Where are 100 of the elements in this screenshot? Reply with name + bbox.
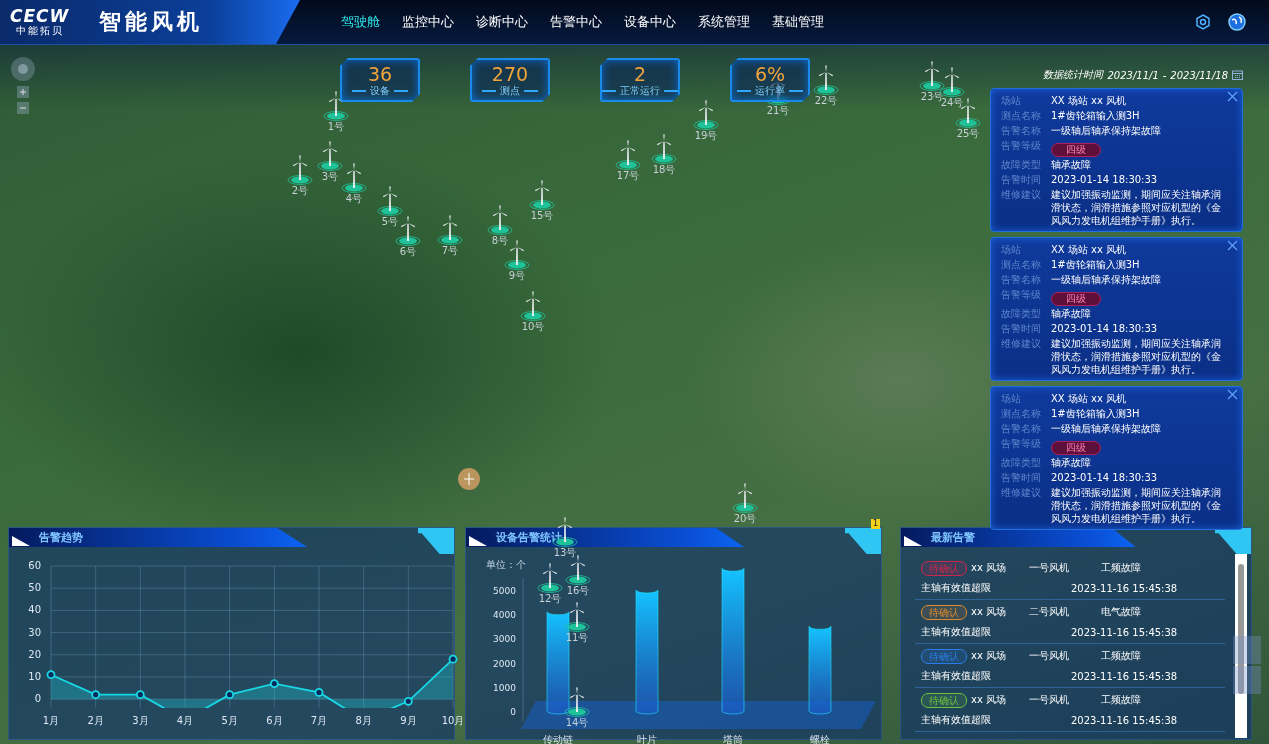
field-value: 一级轴后轴承保持架故障 xyxy=(1051,273,1162,286)
panel-title: 最新告警 xyxy=(931,530,975,545)
site-name: xx 风场 xyxy=(971,605,1007,619)
fault-type: 工频故障 xyxy=(1101,693,1142,707)
field-value: 建议加强振动监测，期间应关注轴承润滑状态，润滑措施参照对应机型的《金风风力发电机组维护手册》执行。 xyxy=(1051,188,1222,227)
y-axis-label: 1000 xyxy=(493,682,516,693)
stat-value: 6% xyxy=(754,63,786,85)
turbine-label: 2号 xyxy=(291,185,309,196)
y-axis-label: 0 xyxy=(34,693,41,705)
turbine-label: 5号 xyxy=(381,216,399,227)
nav-tab[interactable]: 基础管理 xyxy=(761,13,835,31)
turbine-label: 12号 xyxy=(538,593,562,604)
field-value: 1#齿轮箱输入测3H xyxy=(1051,109,1141,122)
turbine-name: 一号风机 xyxy=(1029,649,1070,663)
turbine-label: 8号 xyxy=(491,235,509,246)
x-axis-label: 6月 xyxy=(266,715,283,726)
company-logo: CECW xyxy=(10,8,70,25)
field-value: 一级轴后轴承保持架故障 xyxy=(1051,124,1162,137)
turbine-name: 一号风机 xyxy=(1029,561,1070,575)
alarm-time: 2023-11-16 15:45:38 xyxy=(1071,714,1179,726)
field-label: 场站 xyxy=(1001,392,1022,406)
nav-tab[interactable]: 驾驶舱 xyxy=(330,13,391,31)
field-value: 建议加强振动监测，期间应关注轴承润滑状态，润滑措施参照对应机型的《金风风力发电机组维护手册》执行。 xyxy=(1051,337,1222,376)
x-axis-label: 传动链 xyxy=(543,734,573,744)
alert-level-tag: 四级 xyxy=(1051,292,1101,306)
period-separator: - xyxy=(1162,69,1167,81)
x-axis-label: 叶片 xyxy=(637,734,657,744)
turbine-label: 21号 xyxy=(766,105,790,116)
nav-tab[interactable]: 诊断中心 xyxy=(465,13,539,31)
company-logo-subtitle: 中能拓贝 xyxy=(15,25,64,36)
field-value: 2023-01-14 18:30:33 xyxy=(1051,471,1159,484)
x-axis-label: 塔筒 xyxy=(723,734,743,744)
fault-type: 工频故障 xyxy=(1101,561,1142,575)
turbine-label: 25号 xyxy=(956,128,980,139)
notification-count: 1 xyxy=(871,519,880,529)
turbine-label: 22号 xyxy=(814,95,838,106)
stat-label: 运行率 xyxy=(755,85,785,97)
field-label: 故障类型 xyxy=(1001,307,1041,321)
turbine-label: 3号 xyxy=(321,171,339,182)
status-tag: 待确认 xyxy=(921,692,967,708)
field-value: 轴承故障 xyxy=(1051,158,1092,171)
y-axis-label: 20 xyxy=(28,648,41,660)
turbine-label: 13号 xyxy=(553,547,577,558)
field-value: 轴承故障 xyxy=(1051,456,1092,469)
alarm-list-item[interactable]: 待确认 xx 风场 一号风机 工频故障 主轴有效值超限 2023-11-16 15:45:38 xyxy=(915,688,1225,732)
stat-label: 测点 xyxy=(500,85,520,97)
turbine-label: 7号 xyxy=(441,245,459,256)
y-axis-label: 50 xyxy=(28,582,41,594)
field-label: 告警名称 xyxy=(1001,273,1041,287)
y-axis-label: 3000 xyxy=(493,634,516,645)
x-axis-label: 7月 xyxy=(310,715,328,726)
field-value: XX 场站 xx 风机 xyxy=(1051,94,1128,107)
unit-label: 单位：个 xyxy=(486,558,526,572)
stat-value: 2 xyxy=(633,63,647,85)
site-name: xx 风场 xyxy=(971,693,1007,707)
stat-label: 设备 xyxy=(370,85,390,97)
turbine-label: 15号 xyxy=(530,210,554,221)
x-axis-label: 10月 xyxy=(441,715,465,726)
field-value: 1#齿轮箱输入测3H xyxy=(1051,258,1141,271)
field-value: XX 场站 xx 风机 xyxy=(1051,243,1128,256)
fault-type: 工频故障 xyxy=(1101,649,1142,663)
stat-value: 36 xyxy=(367,63,393,85)
field-value: XX 场站 xx 风机 xyxy=(1051,392,1128,405)
app-title: 智能风机 xyxy=(99,8,204,36)
x-axis-label: 4月 xyxy=(176,715,194,726)
turbine-label: 9号 xyxy=(508,270,526,281)
x-axis-label: 2月 xyxy=(87,715,104,726)
y-axis-label: 60 xyxy=(28,560,41,571)
field-label: 维修建议 xyxy=(1001,188,1041,202)
turbine-label: 10号 xyxy=(521,321,545,332)
nav-tab[interactable]: 设备中心 xyxy=(613,13,687,31)
alarm-time: 2023-11-16 15:45:38 xyxy=(1071,626,1179,638)
nav-tab[interactable]: 系统管理 xyxy=(687,13,761,31)
x-axis-label: 3月 xyxy=(132,715,149,726)
field-label: 告警时间 xyxy=(1001,322,1041,336)
turbine-label: 18号 xyxy=(652,164,676,175)
y-axis-label: 30 xyxy=(28,626,41,638)
status-tag: 待确认 xyxy=(921,604,967,620)
turbine-label: 1号 xyxy=(327,121,345,132)
field-label: 测点名称 xyxy=(1001,258,1041,272)
field-value: 2023-01-14 18:30:33 xyxy=(1051,173,1159,186)
field-label: 告警等级 xyxy=(1001,139,1041,153)
field-label: 维修建议 xyxy=(1001,337,1041,351)
x-axis-label: 螺栓 xyxy=(810,734,830,744)
turbine-name: 二号风机 xyxy=(1029,605,1070,619)
nav-tab[interactable]: 告警中心 xyxy=(539,13,613,31)
y-axis-label: 0 xyxy=(510,707,516,717)
stat-label: 正常运行 xyxy=(620,85,660,97)
site-name: xx 风场 xyxy=(971,649,1007,663)
y-axis-label: 2000 xyxy=(493,658,516,669)
turbine-name: 一号风机 xyxy=(1029,693,1070,707)
x-axis-label: 9月 xyxy=(400,715,417,726)
field-label: 故障类型 xyxy=(1001,158,1041,172)
nav-tab[interactable]: 监控中心 xyxy=(391,13,465,31)
field-label: 告警时间 xyxy=(1001,173,1041,187)
field-label: 场站 xyxy=(1001,243,1022,257)
y-axis-label: 4000 xyxy=(493,610,516,621)
field-label: 告警等级 xyxy=(1001,288,1041,302)
x-axis-label: 8月 xyxy=(355,715,372,726)
field-value: 轴承故障 xyxy=(1051,307,1092,320)
